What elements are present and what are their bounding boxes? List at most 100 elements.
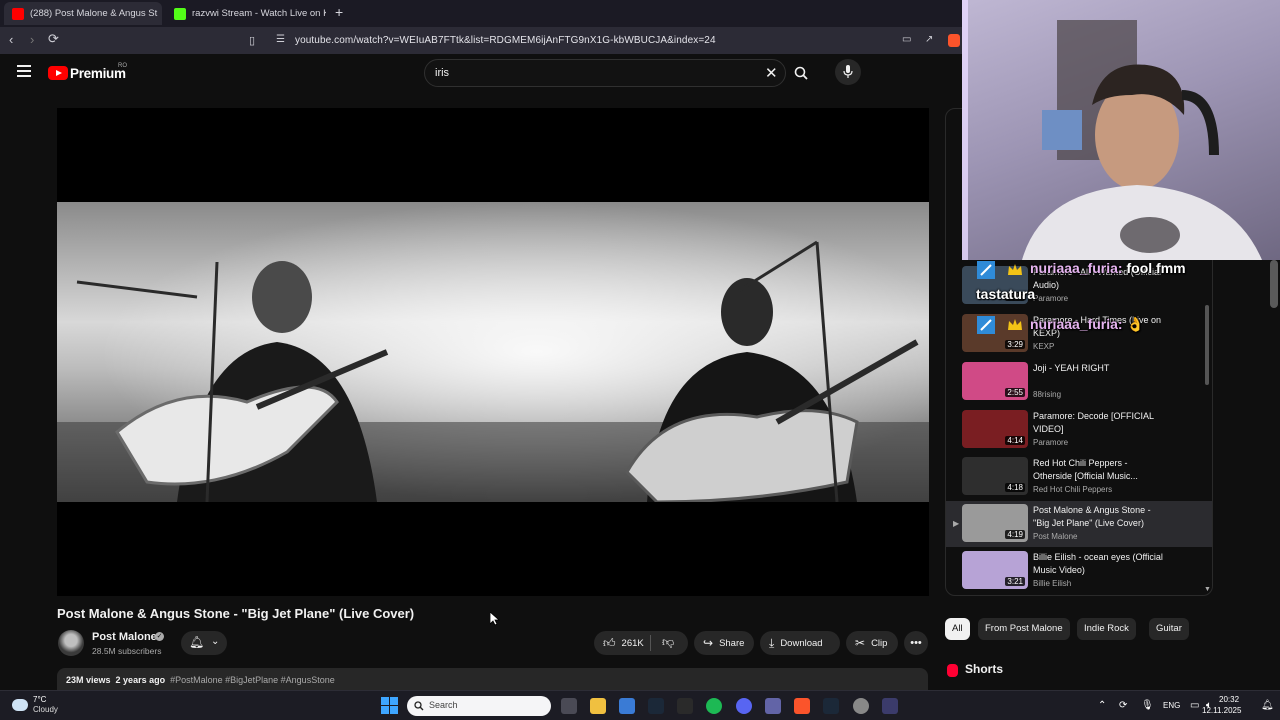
weather-temp[interactable]: 7°C <box>33 695 46 704</box>
tray-sync-icon[interactable]: ⟳ <box>1119 700 1127 711</box>
notification-bell-button[interactable]: 🔔︎ ⌄ <box>181 631 227 655</box>
channel-name[interactable]: Post Malone <box>92 631 157 643</box>
scroll-down-icon[interactable]: ▼ <box>1204 586 1211 593</box>
reload-icon[interactable]: ⟳ <box>48 31 59 47</box>
thumbnail: 4:19 <box>962 504 1028 542</box>
share-icon: ↪ <box>703 636 714 650</box>
playlist-item[interactable]: 4:18 Red Hot Chili Peppers - Otherside [… <box>946 454 1212 500</box>
hashtags[interactable]: #PostMalone #BigJetPlane #AngusStone <box>170 675 335 685</box>
like-count[interactable]: 261K <box>622 638 644 649</box>
chat-username: nuriaaa_furia: <box>1030 316 1123 332</box>
channel-avatar[interactable] <box>58 630 84 656</box>
kick-favicon-icon <box>174 7 186 20</box>
page-scrollbar[interactable] <box>1270 260 1278 308</box>
region-code: RO <box>118 63 127 69</box>
browser-tab-youtube[interactable]: (288) Post Malone & Angus St ✕ <box>4 2 162 25</box>
thumbnail: 3:21 <box>962 551 1028 589</box>
search-box[interactable]: iris ✕ <box>424 59 786 87</box>
chip-from-post-malone[interactable]: From Post Malone <box>978 618 1070 640</box>
network-icon[interactable]: ▭ <box>1190 700 1199 711</box>
duration: 4:18 <box>1005 483 1025 492</box>
close-tab-icon[interactable]: ✕ <box>157 7 162 20</box>
steam-app-icon[interactable] <box>823 698 839 714</box>
taskbar-search-label: Search <box>429 700 458 710</box>
language-indicator[interactable]: ENG <box>1163 701 1180 710</box>
chip-guitar[interactable]: Guitar <box>1149 618 1189 640</box>
windows-start-icon[interactable] <box>381 697 398 714</box>
menu-icon[interactable] <box>17 65 31 77</box>
pip-icon[interactable]: ▭ <box>902 34 911 45</box>
teams-icon[interactable] <box>765 698 781 714</box>
back-icon[interactable]: ‹ <box>9 32 13 47</box>
download-label: Download <box>780 637 823 649</box>
forward-icon[interactable]: › <box>30 32 34 47</box>
download-icon: ⤓ <box>769 635 775 650</box>
new-tab-button[interactable]: + <box>335 4 343 20</box>
now-playing-icon: ▶ <box>953 519 960 528</box>
view-count: 23M views <box>66 675 111 685</box>
youtube-logo-icon[interactable] <box>48 66 68 80</box>
playlist-item-current[interactable]: ▶ 4:19 Post Malone & Angus Stone - "Big … <box>946 501 1212 547</box>
video-meta: 23M views 2 years ago #PostMalone #BigJe… <box>66 675 335 685</box>
file-explorer-icon[interactable] <box>590 698 606 714</box>
task-view-icon[interactable] <box>561 698 577 714</box>
tray-mic-icon[interactable]: 🎙︎ <box>1141 700 1154 711</box>
clock-date[interactable]: 12.11.2025 <box>1202 706 1241 715</box>
thumbnail: 4:14 <box>962 410 1028 448</box>
epic-games-icon[interactable] <box>677 698 693 714</box>
brave-shields-icon[interactable] <box>948 34 960 47</box>
like-icon[interactable]: 👍︎ <box>603 636 616 651</box>
chat-message: nuriaaa_furia: fool fmm <box>1030 260 1186 276</box>
cloud-icon <box>12 699 28 711</box>
share-page-icon[interactable]: ↗ <box>925 34 933 45</box>
item-title: Billie Eilish - ocean eyes (Official Mus… <box>1033 552 1163 575</box>
clock-time[interactable]: 20:32 <box>1219 695 1239 704</box>
search-icon <box>414 701 424 711</box>
settings-icon[interactable] <box>853 698 869 714</box>
url-field[interactable]: youtube.com/watch?v=WEIuAB7FTtk&list=RDG… <box>295 35 716 46</box>
share-button[interactable]: ↪ Share <box>694 631 754 655</box>
clip-button[interactable]: ✂ Clip <box>846 631 898 655</box>
chip-all[interactable]: All <box>945 618 970 640</box>
steam-icon[interactable] <box>648 698 664 714</box>
weather-desc[interactable]: Cloudy <box>33 705 58 714</box>
bookmark-icon[interactable]: ▯ <box>249 34 255 47</box>
taskbar-search[interactable]: Search <box>407 696 551 716</box>
site-info-icon[interactable]: ☰ <box>276 34 285 45</box>
thumbnail: 4:18 <box>962 457 1028 495</box>
video-title: Post Malone & Angus Stone - "Big Jet Pla… <box>57 606 415 621</box>
spotify-icon[interactable] <box>706 698 722 714</box>
browser-tab-kick[interactable]: razvwi Stream - Watch Live on Kick <box>166 2 326 25</box>
microphone-icon <box>843 65 853 78</box>
discord-icon[interactable] <box>736 698 752 714</box>
video-player[interactable] <box>57 108 929 596</box>
more-actions-button[interactable]: ••• <box>904 631 928 655</box>
download-button[interactable]: ⤓ Download <box>760 631 840 655</box>
playlist-item[interactable]: 4:14 Paramore: Decode [OFFICIAL VIDEO] P… <box>946 407 1212 453</box>
chat-message: nuriaaa_furia: 👌 <box>1030 316 1144 333</box>
item-channel: Post Malone <box>1033 532 1078 541</box>
windows-taskbar: 7°C Cloudy Search ⌃ ⟳ 🎙︎ ENG ▭ 🔈︎ 20:32 … <box>0 690 1280 720</box>
dislike-icon[interactable]: 👎︎ <box>662 635 674 650</box>
clear-search-icon[interactable]: ✕ <box>765 64 778 82</box>
duration: 3:29 <box>1005 340 1025 349</box>
item-title: Red Hot Chili Peppers - Otherside [Offic… <box>1033 458 1138 481</box>
search-input[interactable]: iris <box>435 67 449 79</box>
tray-overflow-icon[interactable]: ⌃ <box>1098 700 1106 711</box>
notifications-icon[interactable]: 🔔︎ <box>1261 700 1274 711</box>
playlist-item[interactable]: 3:21 Billie Eilish - ocean eyes (Officia… <box>946 548 1212 594</box>
crown-icon <box>1008 319 1022 330</box>
store-icon[interactable] <box>619 698 635 714</box>
search-icon[interactable] <box>794 66 808 80</box>
shorts-icon <box>947 664 958 677</box>
playlist-item[interactable]: 2:55 Joji - YEAH RIGHT 88rising <box>946 359 1212 405</box>
description-box[interactable]: 23M views 2 years ago #PostMalone #BigJe… <box>57 668 928 690</box>
moderator-sword-icon <box>977 316 995 334</box>
voice-search-button[interactable] <box>835 59 861 85</box>
address-bar-row: ‹ › ⟳ ▯ ☰ youtube.com/watch?v=WEIuAB7FTt… <box>0 27 962 54</box>
brave-icon[interactable] <box>794 698 810 714</box>
app-icon[interactable] <box>882 698 898 714</box>
chip-indie-rock[interactable]: Indie Rock <box>1077 618 1136 640</box>
upload-age: 2 years ago <box>115 675 166 685</box>
playlist-scrollbar[interactable] <box>1205 305 1209 385</box>
